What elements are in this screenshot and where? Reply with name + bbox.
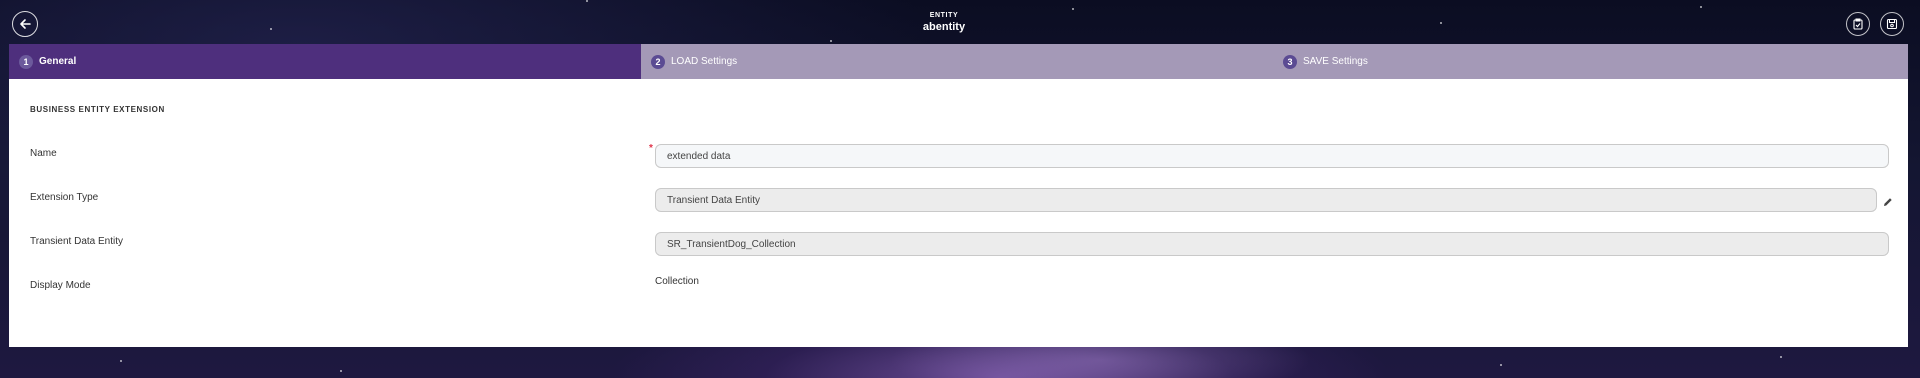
extension-type-label: Extension Type — [30, 192, 99, 203]
pencil-icon — [1884, 198, 1892, 206]
entity-subtitle: ENTITY — [929, 12, 959, 19]
transient-data-entity-field: SR_TransientDog_Collection — [655, 232, 1889, 256]
validate-button[interactable] — [1846, 12, 1870, 36]
step-label: SAVE Settings — [1303, 56, 1368, 67]
required-marker: * — [649, 143, 653, 154]
extension-type-field: Transient Data Entity — [655, 188, 1877, 212]
save-icon — [1886, 18, 1898, 30]
star — [340, 370, 342, 372]
display-mode-label: Display Mode — [30, 280, 91, 291]
section-title: BUSINESS ENTITY EXTENSION — [30, 105, 165, 114]
step-number: 1 — [19, 54, 33, 69]
step-save-settings[interactable]: 3 SAVE Settings — [1273, 44, 1908, 79]
entity-title: ENTITY abentity — [0, 11, 1888, 34]
name-field[interactable]: extended data — [655, 144, 1889, 168]
save-button[interactable] — [1880, 12, 1904, 36]
transient-data-entity-label: Transient Data Entity — [30, 236, 124, 247]
step-number: 2 — [651, 54, 665, 69]
star — [1500, 364, 1502, 366]
entity-name: abentity — [922, 21, 966, 33]
entity-card: 1 General 2 LOAD Settings 3 SAVE Setting… — [9, 44, 1908, 347]
star — [120, 360, 122, 362]
name-label: Name — [30, 148, 57, 159]
top-bar: ENTITY abentity — [0, 0, 1920, 44]
step-number: 3 — [1283, 54, 1297, 69]
step-label: LOAD Settings — [671, 56, 738, 67]
display-mode-value: Collection — [655, 276, 699, 287]
clipboard-check-icon — [1853, 18, 1863, 30]
step-general[interactable]: 1 General — [9, 44, 641, 79]
edit-extension-type-button[interactable] — [1883, 194, 1893, 212]
wizard-steps: 1 General 2 LOAD Settings 3 SAVE Setting… — [9, 44, 1908, 79]
star — [1780, 356, 1782, 358]
step-load-settings[interactable]: 2 LOAD Settings — [641, 44, 1273, 79]
step-label: General — [39, 56, 77, 67]
